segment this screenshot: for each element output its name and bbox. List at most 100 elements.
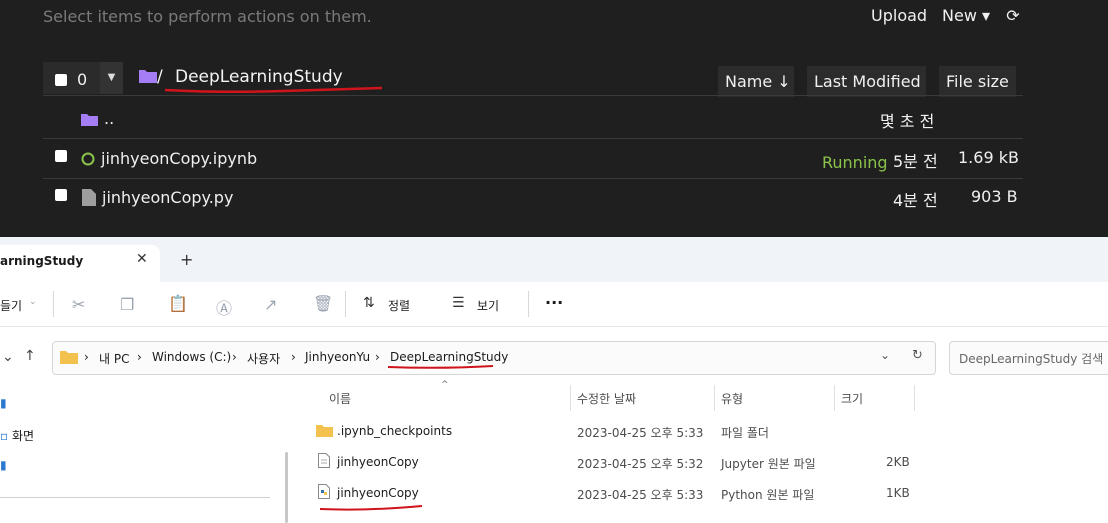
divider [528,291,529,317]
address-segment[interactable]: Windows (C:) [152,350,231,364]
sort-icon: ⇅ [363,295,375,311]
divider [714,385,715,411]
address-segment[interactable]: JinhyeonYu [305,350,370,364]
row-modified: 4분 전 [893,191,938,210]
chevron-right-icon: › [137,350,142,364]
divider [570,385,571,411]
file-modified: 2023-04-25 오후 5:32 [577,457,704,471]
column-header-modified[interactable]: 수정한 날짜 [577,390,636,407]
column-header-name[interactable]: 이름 [329,390,351,407]
chevron-down-icon[interactable]: ⌄ [2,349,14,365]
new-dropdown-button[interactable]: New ▾ [942,6,990,25]
sidebar-label: 화면 [11,429,35,443]
file-explorer-window: arningStudy ✕ + 들기 ⌄ ✂ ❐ 📋 Ⓐ ↗ 🗑 ⇅ 정렬 ☰ … [0,237,1108,523]
tab-title: arningStudy [0,254,84,268]
nav-icon: ▮ [0,396,7,410]
divider [43,138,1023,139]
chevron-right-icon: › [291,350,296,364]
divider [834,385,835,411]
search-placeholder: DeepLearningStudy 검색 [959,352,1104,366]
column-header-size[interactable]: 크기 [841,390,863,407]
selected-count: 0 [77,70,88,89]
sort-by-name-button[interactable]: Name ↓ [718,66,794,97]
copy-icon[interactable]: ❐ [120,295,134,314]
address-segment[interactable]: 내 PC [99,350,129,367]
select-all-checkbox[interactable] [55,74,67,86]
chevron-right-icon: › [232,350,237,364]
new-button[interactable]: 들기 [0,297,22,314]
folder-icon [60,351,78,364]
file-name[interactable]: jinhyeonCopy [337,455,419,469]
selection-dropdown-caret[interactable]: ▼ [100,62,123,94]
folder-icon [81,114,98,126]
annotation-underline [319,505,423,511]
cut-icon[interactable]: ✂ [72,295,85,314]
chevron-down-icon: ⌄ [29,297,37,307]
share-icon[interactable]: ↗ [264,295,277,314]
scrollbar-thumb[interactable] [285,452,288,523]
file-type: Jupyter 원본 파일 [721,457,816,471]
chevron-down-icon[interactable]: ⌄ [880,348,890,362]
selection-hint: Select items to perform actions on them. [43,7,372,26]
divider [53,291,54,317]
navigation-pane [0,383,280,523]
refresh-icon[interactable]: ⟳ [1004,6,1022,25]
refresh-icon[interactable]: ↻ [912,348,923,363]
file-size: 1KB [886,486,910,500]
file-link[interactable]: jinhyeonCopy.py [102,188,233,207]
nav-icon: ▮ [0,458,7,472]
column-header-type[interactable]: 유형 [721,390,743,407]
row-checkbox[interactable] [55,189,67,201]
row-modified: 5분 전 [893,152,938,171]
divider [914,385,915,411]
file-size: 2KB [886,455,910,469]
file-type: Python 원본 파일 [721,488,815,502]
view-icon: ☰ [452,295,465,311]
divider [345,291,346,317]
file-modified: 2023-04-25 오후 5:33 [577,488,704,502]
tab-bar [0,237,1108,282]
file-modified: 2023-04-25 오후 5:33 [577,426,704,440]
close-tab-icon[interactable]: ✕ [136,251,148,267]
breadcrumb-separator: / [157,67,163,87]
delete-icon[interactable]: 🗑 [313,294,333,313]
notebook-running-icon [81,152,95,166]
row-checkbox[interactable] [55,150,67,162]
upload-button[interactable]: Upload [871,6,927,25]
file-name[interactable]: .ipynb_checkpoints [337,424,452,438]
row-modified: 몇 초 전 [880,112,935,131]
parent-dir-link[interactable]: .. [104,109,114,128]
new-tab-icon[interactable]: + [180,250,193,269]
running-badge: Running [822,153,888,172]
sort-by-file-size-button[interactable]: File size [939,66,1016,97]
row-size: 1.69 kB [958,148,1019,167]
address-segment-current[interactable]: DeepLearningStudy [390,350,508,364]
folder-icon[interactable] [139,68,157,83]
desktop-icon: ▫ [0,429,9,443]
sidebar-item-desktop[interactable]: ▫ 화면 [0,427,34,444]
sort-button[interactable]: 정렬 [388,297,410,314]
sort-by-last-modified-button[interactable]: Last Modified [807,66,926,97]
divider [43,95,1023,96]
rename-icon[interactable]: Ⓐ [216,295,232,319]
file-icon [82,189,96,206]
divider [0,497,270,498]
chevron-right-icon: › [84,350,89,364]
sort-ascending-icon: ^ [441,380,449,390]
row-size: 903 B [971,187,1018,206]
divider [43,178,1023,179]
notebook-link[interactable]: jinhyeonCopy.ipynb [101,149,257,168]
jupyter-file-browser: Select items to perform actions on them.… [0,0,1108,237]
chevron-right-icon: › [375,350,380,364]
document-icon [318,453,330,468]
file-name[interactable]: jinhyeonCopy [337,486,419,500]
file-type: 파일 폴더 [721,426,769,440]
annotation-underline [387,365,494,369]
python-file-icon [318,484,330,499]
more-options-icon[interactable]: ··· [545,293,563,312]
up-arrow-icon[interactable]: ↑ [24,348,36,364]
view-button[interactable]: 보기 [477,297,499,314]
address-segment[interactable]: 사용자 [247,350,280,367]
folder-icon [316,425,333,437]
paste-icon[interactable]: 📋 [168,294,188,313]
